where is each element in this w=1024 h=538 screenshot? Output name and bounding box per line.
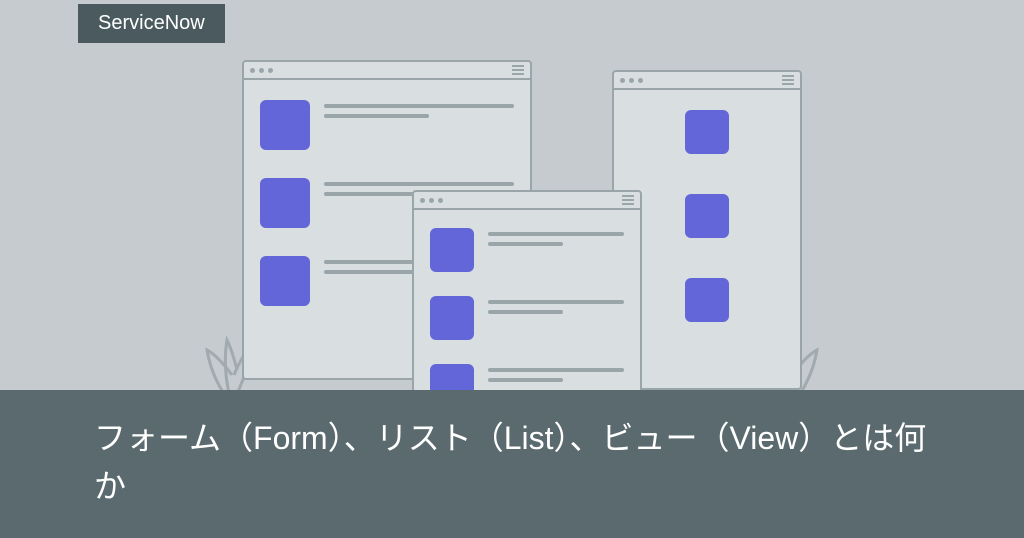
list-item xyxy=(630,278,784,322)
window-dots-icon xyxy=(420,198,443,203)
title-bar: フォーム（Form）、リスト（List）、ビュー（View）とは何か xyxy=(0,390,1024,538)
text-lines-placeholder xyxy=(488,296,624,314)
hamburger-icon xyxy=(512,65,524,75)
window-titlebar xyxy=(414,192,640,210)
thumbnail-square xyxy=(430,228,474,272)
list-item xyxy=(260,100,514,150)
hero-illustration xyxy=(212,60,812,420)
thumbnail-square xyxy=(260,178,310,228)
badge-label: ServiceNow xyxy=(98,12,205,34)
hamburger-icon xyxy=(782,75,794,85)
list-item xyxy=(430,228,624,272)
hamburger-icon xyxy=(622,195,634,205)
thumbnail-square xyxy=(685,110,729,154)
list-item xyxy=(430,296,624,340)
thumbnail-square xyxy=(260,100,310,150)
window-dots-icon xyxy=(620,78,643,83)
text-lines-placeholder xyxy=(488,228,624,246)
thumbnail-square xyxy=(685,278,729,322)
category-badge: ServiceNow xyxy=(78,4,225,43)
page-title: フォーム（Form）、リスト（List）、ビュー（View）とは何か xyxy=(94,414,930,510)
text-lines-placeholder xyxy=(488,364,624,382)
list-item xyxy=(630,110,784,154)
list-item xyxy=(630,194,784,238)
window-dots-icon xyxy=(250,68,273,73)
window-titlebar xyxy=(244,62,530,80)
thumbnail-square xyxy=(685,194,729,238)
text-lines-placeholder xyxy=(324,100,514,118)
thumbnail-square xyxy=(430,296,474,340)
thumbnail-square xyxy=(260,256,310,306)
window-titlebar xyxy=(614,72,800,90)
